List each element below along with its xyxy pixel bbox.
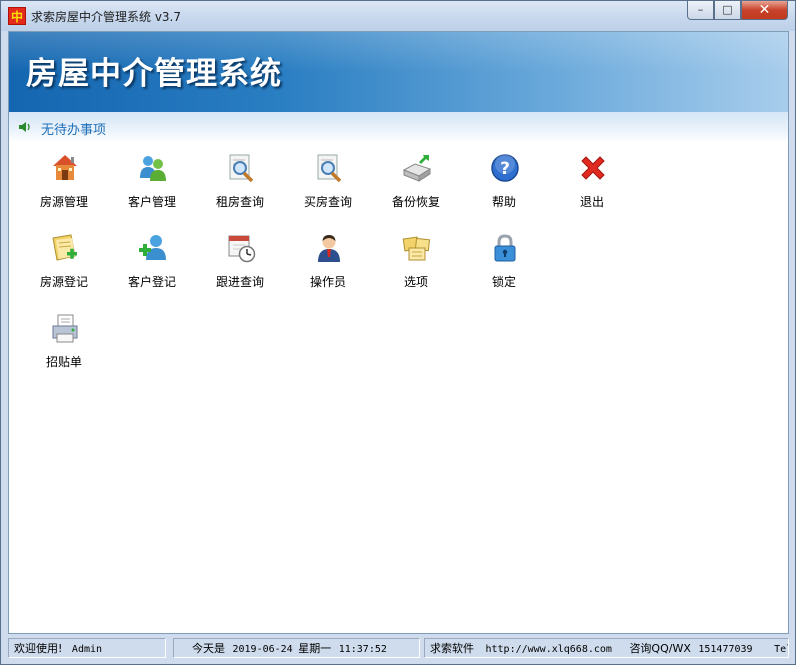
tel-label: Tel xyxy=(774,644,788,655)
operator-icon xyxy=(318,235,340,262)
status-datetime-panel: 今天是 2019-06-24 星期一 11:37:52 xyxy=(173,638,420,658)
house-icon xyxy=(53,155,77,180)
calendar-clock-icon xyxy=(228,235,256,263)
speaker-icon xyxy=(19,122,30,132)
help-label: 帮助 xyxy=(491,195,516,209)
svg-text:?: ? xyxy=(500,159,510,179)
house-register-label: 房源登记 xyxy=(39,275,88,289)
register-house-icon xyxy=(52,234,77,261)
customer-management-label: 客户管理 xyxy=(127,195,176,209)
status-info-panel: 求索软件 http://www.xlq668.com 咨询QQ/WX 15147… xyxy=(424,638,789,658)
lock-button[interactable]: 锁定 xyxy=(464,232,544,302)
operator-button[interactable]: 操作员 xyxy=(288,232,368,302)
options-label: 选项 xyxy=(403,275,428,289)
maximize-button[interactable]: □ xyxy=(714,1,741,20)
customer-management-button[interactable]: 客户管理 xyxy=(112,152,192,222)
window-title: 求索房屋中介管理系统 v3.7 xyxy=(31,10,182,24)
search-doc-icon xyxy=(317,154,342,183)
operator-label: 操作员 xyxy=(309,275,346,289)
rent-search-button[interactable]: 租房查询 xyxy=(200,152,280,222)
status-bar: 欢迎使用! Admin 今天是 2019-06-24 星期一 11:37:52 … xyxy=(8,638,789,660)
exit-label: 退出 xyxy=(579,195,604,209)
printer-icon xyxy=(52,314,78,343)
banner-title: 房屋中介管理系统 xyxy=(26,56,282,92)
help-button[interactable]: ? 帮助 xyxy=(464,152,544,222)
welcome-text: 欢迎使用! xyxy=(14,642,63,655)
backup-icon xyxy=(402,155,432,182)
poster-label: 招贴单 xyxy=(45,355,82,369)
buy-search-label: 买房查询 xyxy=(303,195,352,209)
contact-label: 咨询QQ/WX xyxy=(629,642,691,655)
backup-restore-button[interactable]: 备份恢复 xyxy=(376,152,456,222)
title-bar[interactable]: 中 求索房屋中介管理系统 v3.7 – □ ✕ xyxy=(1,1,795,31)
current-time: 11:37:52 xyxy=(338,644,387,655)
followup-search-button[interactable]: 跟进查询 xyxy=(200,232,280,302)
customer-register-label: 客户登记 xyxy=(127,275,176,289)
customer-register-button[interactable]: 客户登记 xyxy=(112,232,192,302)
current-date: 2019-06-24 xyxy=(232,644,293,655)
main-panel: 房屋中介管理系统 无待办事项 房源管理 客户管理 租房查询 买房查询 备份恢复 … xyxy=(8,31,789,634)
app-logo-icon: 中 xyxy=(8,7,26,25)
notes-icon xyxy=(402,236,431,261)
lock-icon xyxy=(494,234,516,262)
header-banner: 房屋中介管理系统 xyxy=(9,32,788,112)
app-window: 中 求索房屋中介管理系统 v3.7 – □ ✕ 房屋中介管理系统 无待办事项 房… xyxy=(0,0,796,665)
current-weekday: 星期一 xyxy=(298,642,332,655)
exit-button[interactable]: 退出 xyxy=(552,152,632,222)
options-button[interactable]: 选项 xyxy=(376,232,456,302)
buy-search-button[interactable]: 买房查询 xyxy=(288,152,368,222)
company-name: 求索软件 xyxy=(430,642,474,655)
help-icon: ? xyxy=(491,154,519,182)
poster-button[interactable]: 招贴单 xyxy=(24,312,104,382)
todo-status-link[interactable]: 无待办事项 xyxy=(41,119,106,138)
add-user-icon xyxy=(139,235,166,260)
close-button[interactable]: ✕ xyxy=(741,1,788,20)
current-user: Admin xyxy=(71,644,103,655)
minimize-button[interactable]: – xyxy=(687,1,714,20)
search-doc-icon xyxy=(229,154,254,183)
contact-number: 151477039 xyxy=(698,644,753,655)
today-label: 今天是 xyxy=(192,642,225,655)
exit-icon xyxy=(581,156,605,180)
followup-search-label: 跟进查询 xyxy=(215,275,264,289)
house-management-button[interactable]: 房源管理 xyxy=(24,152,104,222)
users-icon xyxy=(140,156,166,181)
house-register-button[interactable]: 房源登记 xyxy=(24,232,104,302)
company-url[interactable]: http://www.xlq668.com xyxy=(486,644,612,655)
backup-restore-label: 备份恢复 xyxy=(391,195,440,209)
lock-label: 锁定 xyxy=(491,275,516,289)
rent-search-label: 租房查询 xyxy=(215,195,264,209)
notice-bar: 无待办事项 xyxy=(9,112,788,142)
status-welcome-panel: 欢迎使用! Admin xyxy=(8,638,166,658)
house-management-label: 房源管理 xyxy=(39,195,88,209)
